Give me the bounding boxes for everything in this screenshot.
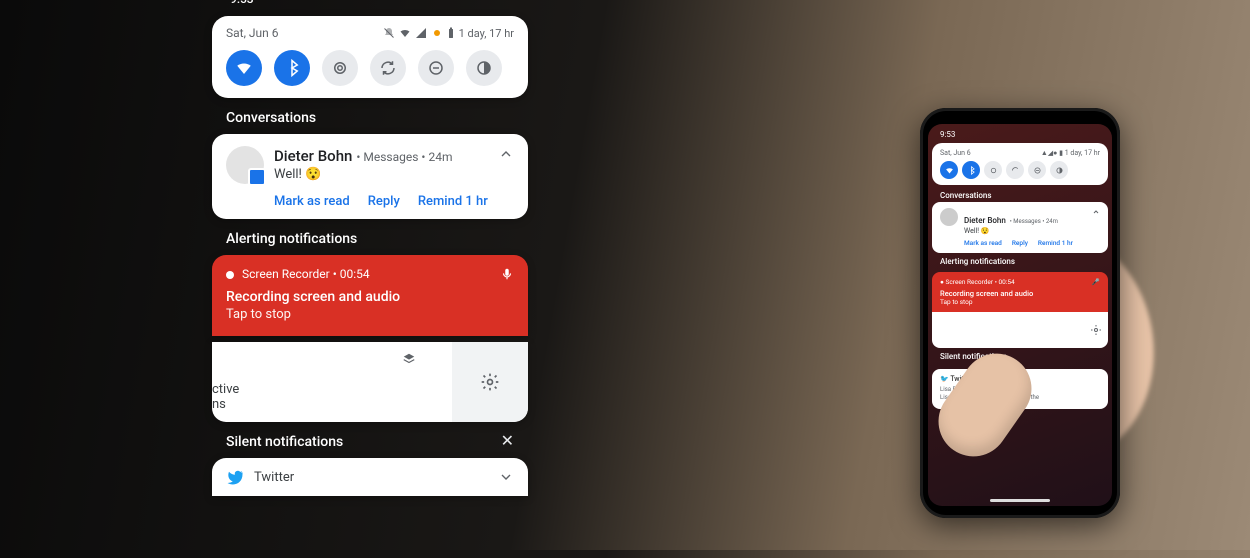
- recorder-title: Recording screen and audio: [226, 289, 514, 305]
- mark-as-read-button[interactable]: Mark as read: [274, 194, 350, 209]
- signal-icon: [415, 27, 427, 39]
- phone-dark-toggle[interactable]: [1050, 161, 1068, 179]
- quick-settings-panel: Sat, Jun 6 1 day, 17 hr: [212, 16, 528, 98]
- partial-notification[interactable]: ctive ns: [212, 342, 528, 422]
- layers-icon: [402, 352, 416, 366]
- close-icon[interactable]: ✕: [501, 431, 514, 450]
- qs-cast-toggle[interactable]: [322, 50, 358, 86]
- phone-reply[interactable]: Reply: [1012, 239, 1028, 247]
- record-dot-icon: [431, 27, 443, 39]
- phone-bluetooth-toggle[interactable]: [962, 161, 980, 179]
- avatar: [226, 146, 264, 184]
- phone-remind[interactable]: Remind 1 hr: [1038, 239, 1073, 247]
- phone-cast-toggle[interactable]: [984, 161, 1002, 179]
- conversation-notification[interactable]: Dieter Bohn • Messages • 24m Well! 😯 Mar…: [212, 134, 528, 219]
- phone-alerting-header: Alerting notifications: [932, 253, 1108, 268]
- conversations-header: Conversations: [212, 104, 528, 128]
- mic-icon[interactable]: [500, 267, 514, 281]
- phone-conversation-notification[interactable]: Dieter Bohn • Messages • 24m Well! 😯 Mar…: [932, 202, 1108, 253]
- phone-autorotate-toggle[interactable]: [1006, 161, 1024, 179]
- notification-shade: 9:53 Sat, Jun 6 1 day, 17 hr: [212, 0, 528, 496]
- record-indicator-icon: [226, 271, 234, 279]
- recorder-subtitle: Tap to stop: [226, 307, 514, 322]
- silent-header: Silent notifications: [226, 428, 357, 452]
- phone-quick-settings: Sat, Jun 6 ▲◢● ▮ 1 day, 17 hr: [932, 143, 1108, 185]
- phone-recorder-notification[interactable]: ● Screen Recorder • 00:54🎤 Recording scr…: [932, 272, 1108, 312]
- reply-button[interactable]: Reply: [368, 194, 400, 209]
- phone-silent-header: Silent notifications: [932, 348, 1108, 363]
- qs-bluetooth-toggle[interactable]: [274, 50, 310, 86]
- screen-recorder-notification[interactable]: Screen Recorder • 00:54 Recording screen…: [212, 255, 528, 336]
- alerting-header: Alerting notifications: [212, 225, 528, 249]
- chevron-down-icon[interactable]: [498, 469, 514, 485]
- phone-nav-bar[interactable]: [990, 499, 1050, 502]
- phone-partial-notification[interactable]: [932, 312, 1108, 348]
- gear-icon: [480, 372, 500, 392]
- collapse-icon[interactable]: [498, 146, 514, 184]
- qs-autorotate-toggle[interactable]: [370, 50, 406, 86]
- phone-collapse-icon[interactable]: [1092, 208, 1100, 216]
- phone-dnd-toggle[interactable]: [1028, 161, 1046, 179]
- mute-icon: [383, 27, 395, 39]
- qs-dnd-toggle[interactable]: [418, 50, 454, 86]
- battery-icon: [447, 27, 455, 39]
- phone-avatar: [940, 208, 958, 226]
- notification-settings-button[interactable]: [452, 342, 528, 422]
- wifi-icon: [399, 27, 411, 39]
- qs-date: Sat, Jun 6: [226, 26, 279, 40]
- phone-status-time: 9:53: [932, 128, 1108, 141]
- conversation-sender: Dieter Bohn: [274, 147, 352, 165]
- twitter-app-label: Twitter: [254, 470, 294, 485]
- phone-conversations-header: Conversations: [932, 187, 1108, 202]
- qs-wifi-toggle[interactable]: [226, 50, 262, 86]
- qs-darkmode-toggle[interactable]: [466, 50, 502, 86]
- battery-estimate: 1 day, 17 hr: [459, 27, 514, 40]
- phone-gear-icon: [1090, 324, 1102, 336]
- physical-phone: 9:53 Sat, Jun 6 ▲◢● ▮ 1 day, 17 hr Conve…: [920, 108, 1120, 518]
- conversation-message: Well! 😯: [274, 167, 488, 182]
- twitter-icon: [226, 468, 244, 486]
- remind-button[interactable]: Remind 1 hr: [418, 194, 488, 209]
- phone-mic-icon[interactable]: 🎤: [1092, 278, 1100, 286]
- twitter-notification[interactable]: Twitter: [212, 458, 528, 496]
- phone-wifi-toggle[interactable]: [940, 161, 958, 179]
- phone-mark-read[interactable]: Mark as read: [964, 239, 1002, 247]
- status-bar-time: 9:53: [212, 0, 528, 10]
